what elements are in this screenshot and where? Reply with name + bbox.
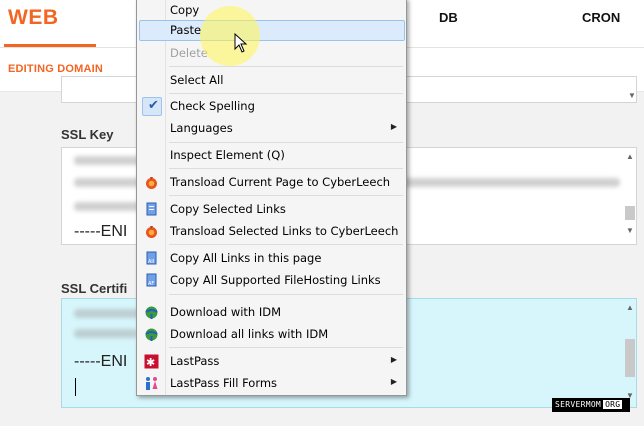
scrollbar-thumb[interactable] <box>625 206 635 220</box>
menu-item-label: LastPass Fill Forms <box>170 376 278 390</box>
menu-item-label: Copy Selected Links <box>170 202 286 216</box>
menu-item-label: Check Spelling <box>170 99 255 113</box>
scrollbar-thumb[interactable] <box>625 339 635 377</box>
nav-tab-db[interactable]: DB <box>439 10 458 25</box>
menu-item-label: Languages <box>170 121 233 135</box>
menu-item-languages[interactable]: Languages ▶ <box>139 118 405 139</box>
menu-item-check-spelling[interactable]: ✔ Check Spelling <box>139 96 405 117</box>
menu-separator <box>169 294 403 295</box>
svg-text:AF: AF <box>148 281 154 287</box>
idm-icon <box>144 305 159 320</box>
context-menu: Copy Paste Delete Select All ✔ Check Spe… <box>136 0 407 396</box>
menu-separator <box>169 93 403 94</box>
checkmark-icon: ✔ <box>148 98 159 113</box>
scroll-down-arrow[interactable]: ▼ <box>627 91 636 101</box>
text-caret <box>75 378 76 396</box>
cyberleech-icon <box>144 175 159 190</box>
menu-item-copy-selected-links[interactable]: Copy Selected Links <box>139 199 405 220</box>
ssl-key-end-text: -----ENI <box>74 223 128 240</box>
menu-item-paste[interactable]: Paste <box>139 20 405 41</box>
menu-item-label: Copy <box>170 3 200 17</box>
nav-tab-web[interactable]: WEB <box>8 6 59 30</box>
menu-item-label: Transload Current Page to CyberLeech <box>170 175 391 189</box>
menu-item-lastpass-fill-forms[interactable]: LastPass Fill Forms ▶ <box>139 373 405 394</box>
menu-item-copy-all-links[interactable]: All Copy All Links in this page <box>139 248 405 269</box>
cyberleech-icon <box>144 224 159 239</box>
redacted-text <box>74 329 138 338</box>
menu-separator <box>169 195 403 196</box>
menu-separator <box>169 142 403 143</box>
menu-separator <box>169 347 403 348</box>
menu-separator <box>169 168 403 169</box>
menu-item-delete[interactable]: Delete <box>139 43 405 64</box>
editing-domain-tab[interactable]: EDITING DOMAIN <box>8 63 103 75</box>
scroll-up-arrow[interactable]: ▲ <box>625 303 635 313</box>
menu-item-label: Transload Selected Links to CyberLeech <box>170 224 399 238</box>
lastpass-icon: ✱ <box>144 354 159 369</box>
ssl-key-label: SSL Key <box>61 127 114 142</box>
menu-item-lastpass[interactable]: ✱ LastPass ▶ <box>139 351 405 372</box>
menu-item-label: Download with IDM <box>170 305 282 319</box>
mouse-cursor-icon <box>234 32 248 58</box>
checkmark-box: ✔ <box>142 97 162 116</box>
scroll-down-arrow[interactable]: ▼ <box>625 226 635 236</box>
menu-item-inspect-element[interactable]: Inspect Element (Q) <box>139 145 405 166</box>
copy-links-icon <box>144 202 159 217</box>
scroll-up-arrow[interactable]: ▲ <box>625 152 635 162</box>
ssl-certificate-label: SSL Certifi <box>61 281 128 296</box>
menu-item-label: LastPass <box>170 354 220 368</box>
menu-item-label: Inspect Element (Q) <box>170 148 285 162</box>
svg-text:✱: ✱ <box>146 356 155 369</box>
idm-icon <box>144 327 159 342</box>
submenu-arrow-icon: ▶ <box>390 122 397 131</box>
menu-item-label: Download all links with IDM <box>170 327 329 341</box>
watermark-logo: SERVERMOM ORG <box>552 398 630 412</box>
svg-text:All: All <box>148 259 154 265</box>
menu-item-transload-selected-links[interactable]: Transload Selected Links to CyberLeech <box>139 221 405 242</box>
submenu-arrow-icon: ▶ <box>390 355 397 364</box>
menu-item-copy-filehosting-links[interactable]: AF Copy All Supported FileHosting Links <box>139 270 405 291</box>
menu-separator <box>169 244 403 245</box>
watermark-suffix: ORG <box>603 400 623 409</box>
menu-item-label: Copy All Links in this page <box>170 251 322 265</box>
menu-item-select-all[interactable]: Select All <box>139 70 405 91</box>
menu-item-label: Copy All Supported FileHosting Links <box>170 273 381 287</box>
menu-item-copy[interactable]: Copy <box>139 0 405 21</box>
lastpass-fill-icon <box>144 376 159 391</box>
watermark-text: SERVERMOM <box>555 400 602 409</box>
menu-item-transload-current-page[interactable]: Transload Current Page to CyberLeech <box>139 172 405 193</box>
menu-item-label: Paste <box>170 23 202 37</box>
submenu-arrow-icon: ▶ <box>390 377 397 386</box>
filehosting-icon: AF <box>144 273 159 288</box>
menu-item-download-idm[interactable]: Download with IDM <box>139 302 405 323</box>
all-links-icon: All <box>144 251 159 266</box>
menu-separator <box>169 66 403 67</box>
menu-item-label: Select All <box>170 73 224 87</box>
cursor-highlight <box>200 6 260 66</box>
menu-item-download-all-idm[interactable]: Download all links with IDM <box>139 324 405 345</box>
ssl-cert-end-text: -----ENI <box>74 353 128 370</box>
nav-tab-cron[interactable]: CRON <box>582 10 620 25</box>
